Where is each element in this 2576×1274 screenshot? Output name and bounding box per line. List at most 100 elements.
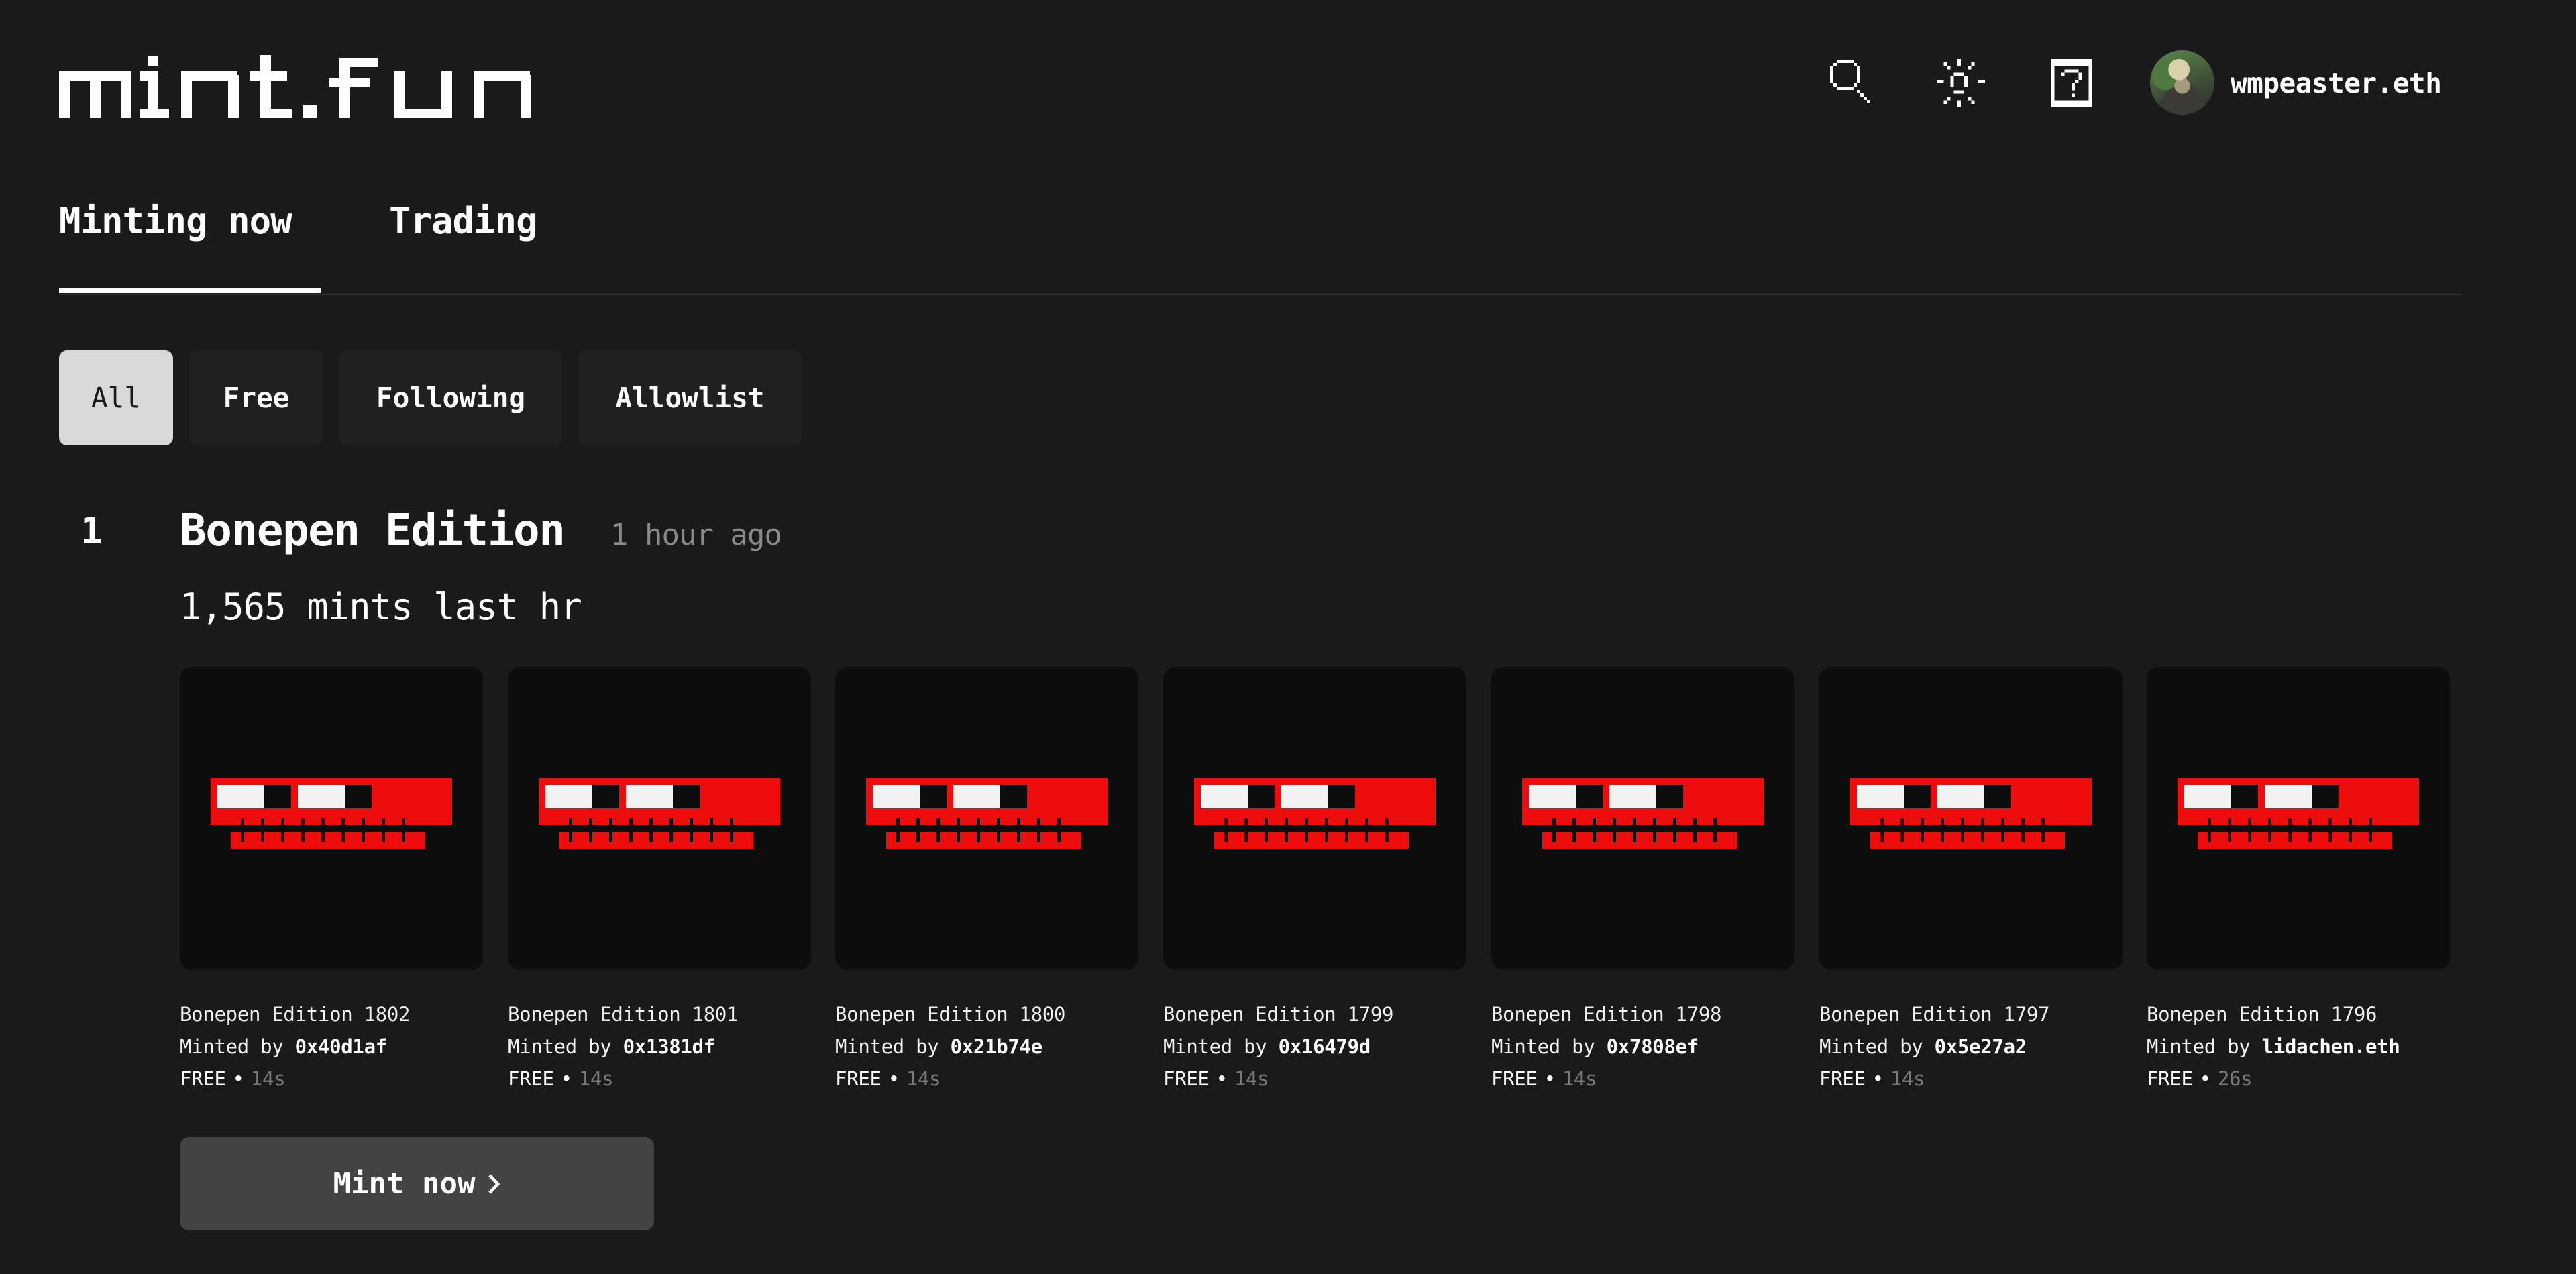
sun-icon (1937, 59, 1985, 107)
separator-dot: • (1872, 1067, 1884, 1090)
collection-title[interactable]: Bonepen Edition (180, 505, 566, 556)
card-minted-by: Minted by 0x40d1af (180, 1030, 483, 1063)
bonepen-artwork-icon (211, 778, 452, 849)
separator-dot: • (1544, 1067, 1556, 1090)
card-minted-by: Minted by 0x16479d (1163, 1030, 1466, 1063)
card-meta: FREE • 26s (2147, 1063, 2450, 1095)
minter-address[interactable]: 0x21b74e (951, 1035, 1043, 1058)
bonepen-artwork-icon (539, 778, 780, 849)
mint-time: 14s (1890, 1067, 1925, 1090)
minted-by-label: Minted by (2147, 1035, 2251, 1058)
mint-time: 14s (1562, 1067, 1597, 1090)
collection-mint-count: 1,565 mints last hr (180, 586, 582, 628)
chevron-right-icon (488, 1173, 500, 1194)
nft-artwork[interactable] (1163, 667, 1466, 970)
help-icon (2051, 59, 2092, 107)
mint-card[interactable]: Bonepen Edition 1798 Minted by 0x7808ef … (1491, 667, 1794, 1095)
active-tab-indicator (59, 288, 321, 293)
minter-address[interactable]: 0x7808ef (1607, 1035, 1699, 1058)
card-title[interactable]: Bonepen Edition 1796 (2147, 998, 2450, 1030)
card-title[interactable]: Bonepen Edition 1800 (835, 998, 1138, 1030)
card-title[interactable]: Bonepen Edition 1797 (1819, 998, 2123, 1030)
card-title[interactable]: Bonepen Edition 1801 (508, 998, 811, 1030)
minted-by-label: Minted by (180, 1035, 284, 1058)
tab-trading[interactable]: Trading (389, 200, 538, 242)
separator-dot: • (1216, 1067, 1228, 1090)
mint-card[interactable]: Bonepen Edition 1801 Minted by 0x1381df … (508, 667, 811, 1095)
card-meta: FREE • 14s (1163, 1063, 1466, 1095)
separator-dot: • (560, 1067, 572, 1090)
card-minted-by: Minted by 0x5e27a2 (1819, 1030, 2123, 1063)
price-label: FREE (1163, 1067, 1210, 1090)
card-title[interactable]: Bonepen Edition 1802 (180, 998, 483, 1030)
minted-by-label: Minted by (1819, 1035, 1923, 1058)
mint-card[interactable]: Bonepen Edition 1797 Minted by 0x5e27a2 … (1819, 667, 2123, 1095)
minter-address[interactable]: 0x1381df (623, 1035, 716, 1058)
bonepen-artwork-icon (2178, 778, 2419, 849)
minted-by-label: Minted by (1491, 1035, 1595, 1058)
card-title[interactable]: Bonepen Edition 1799 (1163, 998, 1466, 1030)
minted-by-label: Minted by (1163, 1035, 1267, 1058)
card-title[interactable]: Bonepen Edition 1798 (1491, 998, 1794, 1030)
avatar[interactable] (2150, 50, 2214, 115)
nft-artwork[interactable] (180, 667, 483, 970)
logo[interactable]: mint.fun (59, 55, 559, 119)
card-meta: FREE • 14s (835, 1063, 1138, 1095)
card-minted-by: Minted by 0x7808ef (1491, 1030, 1794, 1063)
filter-all[interactable]: All (59, 350, 173, 445)
nft-artwork[interactable] (2147, 667, 2450, 970)
mint-card[interactable]: Bonepen Edition 1800 Minted by 0x21b74e … (835, 667, 1138, 1095)
minter-address[interactable]: 0x5e27a2 (1935, 1035, 2027, 1058)
search-button[interactable] (1823, 56, 1877, 110)
card-minted-by: Minted by lidachen.eth (2147, 1030, 2450, 1063)
price-label: FREE (835, 1067, 881, 1090)
price-label: FREE (508, 1067, 554, 1090)
mint-now-label: Mint now (333, 1167, 476, 1201)
bonepen-artwork-icon (1194, 778, 1436, 849)
minter-address[interactable]: lidachen.eth (2262, 1035, 2400, 1058)
mint-time: 14s (250, 1067, 286, 1090)
minted-by-label: Minted by (508, 1035, 612, 1058)
theme-toggle-button[interactable] (1934, 56, 1988, 110)
price-label: FREE (1491, 1067, 1538, 1090)
mint-time: 14s (578, 1067, 614, 1090)
help-button[interactable] (2045, 56, 2098, 110)
mint-card[interactable]: Bonepen Edition 1802 Minted by 0x40d1af … (180, 667, 483, 1095)
card-minted-by: Minted by 0x1381df (508, 1030, 811, 1063)
nft-artwork[interactable] (508, 667, 811, 970)
mint-card[interactable]: Bonepen Edition 1799 Minted by 0x16479d … (1163, 667, 1466, 1095)
card-minted-by: Minted by 0x21b74e (835, 1030, 1138, 1063)
nft-artwork[interactable] (835, 667, 1138, 970)
card-meta: FREE • 14s (1819, 1063, 2123, 1095)
filter-allowlist[interactable]: Allowlist (578, 350, 802, 445)
search-icon (1830, 60, 1870, 103)
minter-address[interactable]: 0x40d1af (295, 1035, 388, 1058)
mint-time: 14s (1234, 1067, 1269, 1090)
price-label: FREE (180, 1067, 226, 1090)
collection-rank: 1 (80, 510, 103, 552)
price-label: FREE (2147, 1067, 2193, 1090)
filter-free[interactable]: Free (189, 350, 323, 445)
card-meta: FREE • 14s (1491, 1063, 1794, 1095)
collection-age: 1 hour ago (610, 518, 782, 552)
mint-card[interactable]: Bonepen Edition 1796 Minted by lidachen.… (2147, 667, 2450, 1095)
card-meta: FREE • 14s (508, 1063, 811, 1095)
nft-artwork[interactable] (1491, 667, 1794, 970)
separator-dot: • (888, 1067, 900, 1090)
price-label: FREE (1819, 1067, 1866, 1090)
tabs-divider (59, 294, 2462, 295)
bonepen-artwork-icon (866, 778, 1108, 849)
username[interactable]: wmpeaster.eth (2231, 67, 2442, 99)
minted-by-label: Minted by (835, 1035, 939, 1058)
nft-artwork[interactable] (1819, 667, 2123, 970)
minter-address[interactable]: 0x16479d (1279, 1035, 1371, 1058)
card-meta: FREE • 14s (180, 1063, 483, 1095)
separator-dot: • (232, 1067, 244, 1090)
mint-time: 26s (2217, 1067, 2253, 1090)
mint-now-button[interactable]: Mint now (180, 1137, 654, 1230)
bonepen-artwork-icon (1522, 778, 1764, 849)
tab-minting-now[interactable]: Minting now (59, 200, 292, 242)
logo-wordmark: mint.fun (59, 55, 531, 118)
separator-dot: • (2199, 1067, 2211, 1090)
filter-following[interactable]: Following (339, 350, 562, 445)
